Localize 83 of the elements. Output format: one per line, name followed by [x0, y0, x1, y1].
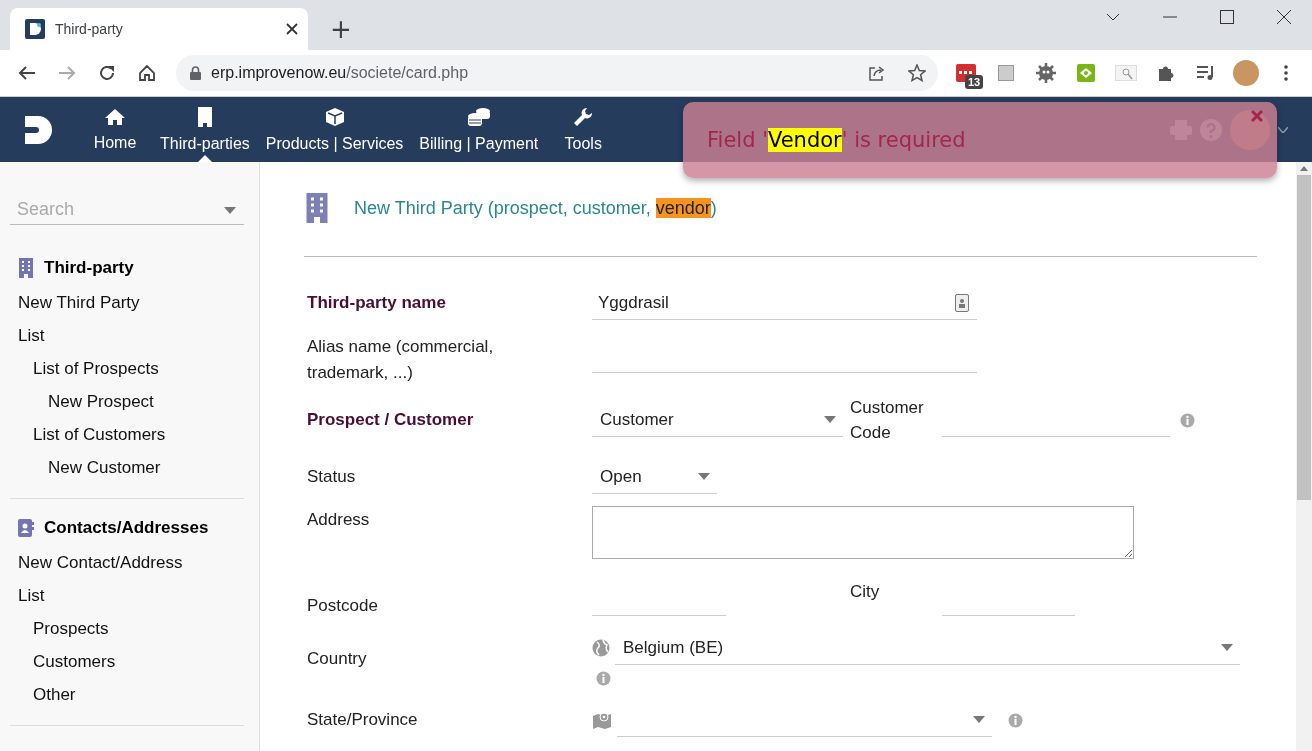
sidebar-item[interactable]: List of Customers: [18, 418, 244, 451]
tab-title: Third-party: [55, 21, 124, 37]
menu-item[interactable]: Tools: [546, 97, 621, 162]
field-label: Alias name (commercial, trademark, ...): [307, 336, 495, 384]
sidebar-item[interactable]: New Contact/Address: [18, 546, 244, 579]
eye-extension-icon[interactable]: [1077, 64, 1095, 82]
star-icon[interactable]: [908, 64, 926, 82]
new-tab-button[interactable]: +: [326, 16, 356, 42]
caret-icon: [973, 716, 985, 723]
sidebar-item[interactable]: Prospects: [18, 612, 244, 645]
map-icon: [592, 711, 612, 729]
field-label: Postcode: [307, 596, 379, 616]
field-label: Address: [307, 510, 371, 530]
caret-icon: [824, 416, 836, 423]
sidebar-item[interactable]: New Third Party: [18, 286, 244, 319]
playlist-icon[interactable]: [1196, 65, 1216, 81]
info-icon: [1008, 712, 1023, 728]
extension-badge: 13: [965, 75, 984, 89]
bug-extension-icon[interactable]: [1036, 63, 1056, 83]
close-icon[interactable]: [286, 23, 298, 35]
field-label: Customer Code: [850, 397, 925, 444]
menu-item[interactable]: Third-parties: [152, 97, 258, 162]
contact-card-icon: [18, 519, 34, 537]
caret-icon: [698, 473, 710, 480]
back-icon[interactable]: [18, 65, 36, 81]
field-label: City: [850, 580, 881, 603]
sidebar-item[interactable]: Other: [18, 678, 244, 711]
coins-icon: [466, 106, 491, 127]
url-text[interactable]: erp.improvenow.eu/societe/card.php: [211, 64, 846, 82]
sidebar-item[interactable]: List: [18, 579, 244, 612]
menu-item[interactable]: Billing | Payment: [411, 97, 547, 162]
field-label: Status: [307, 467, 357, 487]
home-icon: [104, 107, 126, 126]
address-bar[interactable]: erp.improvenow.eu/societe/card.php: [176, 55, 938, 91]
browser-tab[interactable]: Third-party: [10, 8, 308, 50]
menu-item[interactable]: Home: [78, 97, 152, 162]
caret-icon: [1221, 644, 1233, 651]
profile-avatar[interactable]: [1233, 60, 1259, 86]
text-area[interactable]: [592, 506, 1134, 559]
field-label: Country: [307, 649, 368, 669]
share-icon[interactable]: [868, 65, 886, 81]
more-menu-icon[interactable]: [1284, 65, 1288, 81]
minimize-icon[interactable]: [1162, 16, 1177, 18]
sidebar-item[interactable]: List: [18, 319, 244, 352]
menu-item[interactable]: Products | Services: [257, 97, 412, 162]
reload-icon[interactable]: [98, 64, 116, 82]
forward-icon[interactable]: [58, 65, 76, 81]
sidebar-item[interactable]: List of Prospects: [18, 352, 244, 385]
chevron-down-icon[interactable]: [1105, 13, 1120, 21]
field-label: Third-party name: [307, 293, 447, 313]
sidebar-item[interactable]: New Customer: [18, 451, 244, 484]
sidebar-item[interactable]: New Prospect: [18, 385, 244, 418]
wrench-icon: [573, 106, 594, 127]
info-icon: [596, 671, 611, 686]
home-icon[interactable]: [138, 64, 156, 82]
magnifier-extension-icon[interactable]: [1115, 65, 1137, 81]
scroll-up-icon[interactable]: [1300, 166, 1308, 171]
section-title: Contacts/Addresses: [44, 518, 209, 538]
dropdown[interactable]: Belgium (BE): [615, 631, 1240, 665]
maximize-icon[interactable]: [1219, 10, 1234, 24]
puzzle-icon[interactable]: [1157, 64, 1175, 82]
globe-icon: [592, 639, 610, 657]
field-label: State/Province: [307, 710, 419, 730]
info-icon: [1180, 412, 1195, 428]
caret-icon: [224, 207, 236, 214]
cube-icon: [324, 106, 345, 127]
dropdown[interactable]: Open: [592, 460, 717, 494]
caret-icon[interactable]: [1278, 126, 1288, 133]
building-icon: [304, 193, 330, 223]
notification-message: Field 'Vendor' is required: [707, 128, 966, 152]
field-label: Prospect / Customer: [307, 410, 475, 430]
app-logo[interactable]: [25, 115, 53, 144]
sidebar-item[interactable]: Customers: [18, 645, 244, 678]
section-title: Third-party: [44, 258, 134, 278]
close-icon[interactable]: [1276, 10, 1291, 24]
lock-icon: [190, 66, 201, 80]
building-icon: [18, 258, 34, 278]
scrollbar[interactable]: [1296, 162, 1312, 751]
search-field[interactable]: Search: [10, 195, 244, 225]
scrollbar-thumb[interactable]: [1297, 175, 1311, 500]
building-icon: [196, 106, 213, 127]
app-logo-icon: [25, 19, 45, 39]
dropdown[interactable]: Customer: [592, 403, 843, 437]
